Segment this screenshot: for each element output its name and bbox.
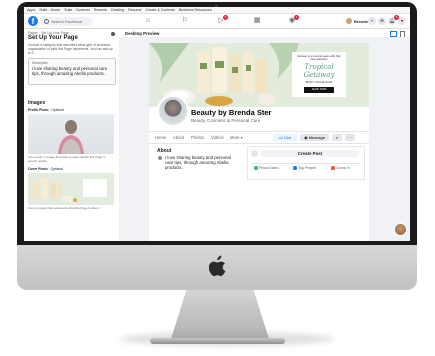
groups-badge: 1 — [294, 15, 299, 20]
page-preview: Escape to a tropical oasis with this new… — [149, 43, 369, 241]
bookmark-item[interactable]: Suite - Home — [39, 8, 60, 12]
watch-badge: 9 — [223, 15, 228, 20]
tab-photos[interactable]: Photos — [191, 135, 204, 140]
promo-tagline: Escape to a tropical oasis with this new… — [297, 54, 341, 62]
info-icon — [158, 156, 162, 160]
description-label: Description — [32, 61, 48, 65]
promo-collection: BODY COLLECTION — [305, 80, 333, 84]
page-name: Beauty by Brenda Ster — [191, 108, 272, 117]
bookmark-item[interactable]: Business Resources — [179, 8, 212, 12]
tab-videos[interactable]: Videos — [211, 135, 224, 140]
profile-chip[interactable]: Brenda — [346, 17, 368, 25]
bookmark-item[interactable]: Desking — [111, 8, 124, 12]
photo-video-button[interactable]: Photo/Video — [254, 166, 279, 170]
facebook-logo-icon[interactable]: f — [28, 16, 38, 26]
page-category: Beauty, Cosmetic & Personal Care — [191, 118, 261, 123]
search-input[interactable]: Search Facebook — [41, 16, 93, 26]
location-icon — [331, 166, 335, 170]
bookmark-item[interactable]: Resume — [94, 8, 107, 12]
preview-panel: Desktop Preview Escape to a tropical oas… — [119, 29, 410, 241]
profile-photo-thumbnail[interactable] — [28, 114, 114, 154]
bookmarks-bar: Apps Suite - Home Suite - Contests Resum… — [24, 7, 410, 14]
cover-photo-thumbnail[interactable] — [28, 173, 114, 205]
about-title: About — [157, 148, 172, 154]
images-heading: Images — [28, 100, 46, 106]
search-icon — [44, 19, 49, 24]
flag-icon[interactable]: ⚐ — [181, 17, 189, 25]
create-button[interactable]: + — [368, 16, 376, 25]
check-in-button[interactable]: Check In — [331, 166, 350, 170]
bell-icon[interactable]: 🔔︎ 5 — [388, 14, 399, 25]
create-post-button[interactable]: Create Post — [261, 150, 359, 157]
message-button[interactable]: ◉ Message — [300, 134, 329, 141]
create-post-card: Create Post Photo/Video Tag People Check… — [247, 146, 365, 180]
imac-chin — [17, 245, 417, 290]
promo-card: Escape to a tropical oasis with this new… — [292, 52, 346, 97]
cover-photo-caption: Use an image that represents what the Pa… — [28, 206, 100, 210]
bookmark-item[interactable]: Resume — [128, 8, 141, 12]
description-value[interactable]: I love sharing beauty and personal care … — [32, 66, 112, 76]
marketplace-icon[interactable]: ▦ — [253, 17, 261, 25]
apple-logo-icon — [209, 255, 226, 277]
profile-photo-image — [58, 120, 84, 154]
shop-now-button[interactable]: SHOP NOW — [304, 87, 334, 93]
photo-icon — [254, 166, 258, 170]
more-options-button[interactable]: ··· — [345, 134, 355, 141]
ellipsis-icon: ··· — [348, 135, 352, 140]
profile-name: Brenda — [354, 18, 368, 24]
profile-photo-label: Profile Photo · Optional — [28, 108, 64, 112]
desktop-icon[interactable] — [390, 31, 397, 37]
about-card: About I love sharing beauty and personal… — [155, 146, 241, 184]
bookmark-item[interactable]: Create & Contests — [146, 8, 175, 12]
messenger-icon[interactable]: ✉ — [378, 16, 386, 25]
post-actions: Photo/Video Tag People Check In — [251, 163, 361, 173]
post-avatar — [251, 150, 258, 157]
search-icon: ⌕ — [335, 135, 339, 140]
info-icon[interactable] — [111, 32, 115, 36]
setup-panel: Pages · Set Up Your Page Set Up Your Pag… — [24, 29, 120, 241]
groups-icon[interactable]: ◉ 1 — [288, 15, 299, 25]
promo-title: Tropical Getaway — [303, 63, 335, 79]
screen: Apps Suite - Home Suite - Contests Resum… — [24, 7, 410, 241]
home-icon[interactable]: ⌂ — [144, 17, 152, 25]
tab-more[interactable]: More ▾ — [230, 135, 243, 140]
watch-icon[interactable]: ▷ 9 — [217, 15, 228, 25]
bookmark-item[interactable]: Suite - Contests — [64, 8, 90, 12]
description-field[interactable]: Description I love sharing beauty and pe… — [28, 58, 116, 85]
cover-photo-image — [28, 173, 114, 205]
chat-head-avatar[interactable] — [394, 223, 407, 236]
page-title: Set Up Your Page — [28, 35, 78, 41]
imac-stand-base — [150, 338, 285, 344]
profile-photo-caption: Use a logo or image that helps people id… — [28, 155, 106, 163]
like-button[interactable]: 👍︎ Like — [273, 134, 297, 141]
avatar — [346, 18, 352, 24]
profile-avatar — [157, 95, 189, 127]
search-page-button[interactable]: ⌕ — [332, 134, 342, 141]
tab-home[interactable]: Home — [155, 135, 166, 140]
category-help-text: Choose a category that describes what ty… — [28, 43, 113, 55]
bookmark-item[interactable]: Apps — [27, 8, 35, 12]
about-text: I love sharing beauty and personal care … — [165, 155, 231, 170]
page-tabs: Home About Photos Videos More ▾ 👍︎ Like … — [149, 131, 369, 144]
tab-about[interactable]: About — [173, 135, 184, 140]
preview-canvas: Escape to a tropical oasis with this new… — [119, 37, 410, 241]
facebook-top-bar: f Search Facebook ⌂ ⚐ ▷ 9 ▦ ◉ 1 Brenda + ✉… — [24, 14, 410, 29]
account-menu-button[interactable]: ▾ — [398, 16, 406, 25]
preview-label: Desktop Preview — [125, 30, 160, 36]
tag-people-icon — [293, 166, 297, 170]
cover-photo-label: Cover Photo · Optional — [28, 167, 63, 171]
tag-people-button[interactable]: Tag People — [293, 166, 316, 170]
